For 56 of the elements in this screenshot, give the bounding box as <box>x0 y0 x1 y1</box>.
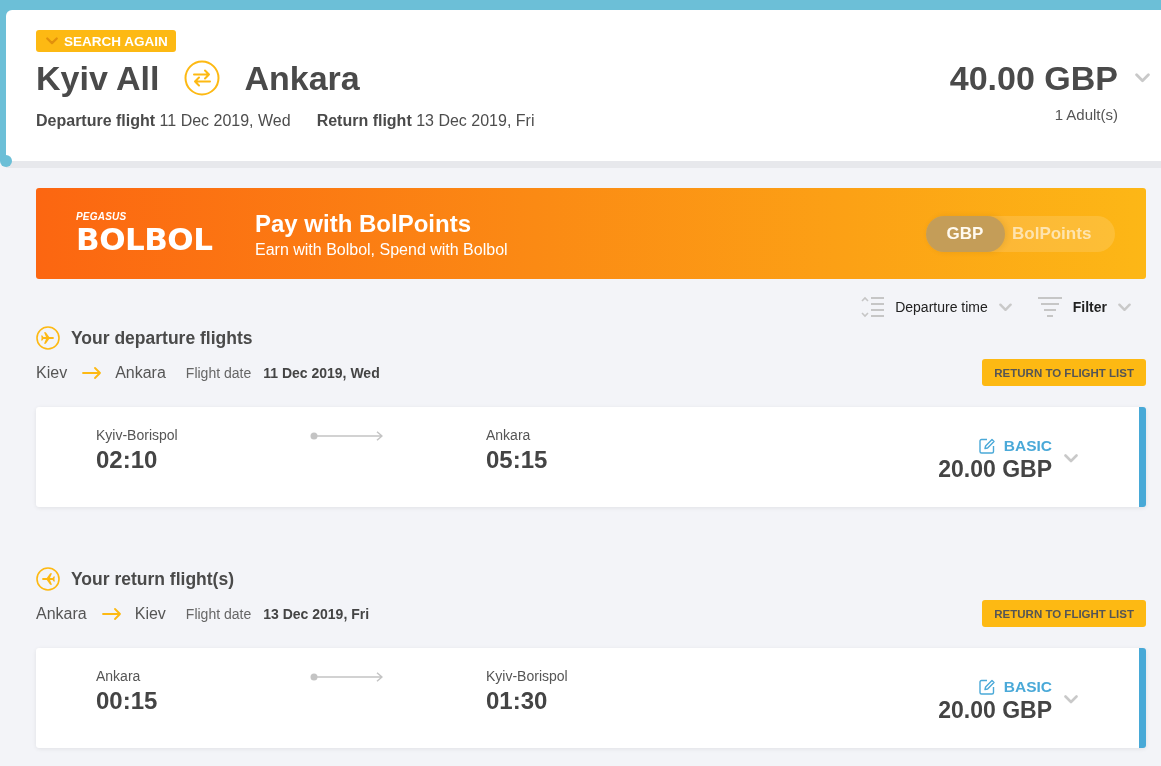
sort-icon <box>860 296 885 318</box>
airport-name: Ankara <box>96 668 142 685</box>
section-title: Your return flight(s) <box>71 568 234 590</box>
flight-date-label: Flight date <box>185 605 252 622</box>
filter-icon <box>1037 297 1062 317</box>
airplane-icon <box>36 567 60 591</box>
route-city: Kiev <box>134 604 166 623</box>
trip-date-text: Return flight 13 Dec 2019, Fri <box>316 111 535 131</box>
total-price: 40.00 GBP <box>949 60 1118 96</box>
flight-path-icon <box>310 672 384 682</box>
edit-icon <box>978 438 995 454</box>
filter-dropdown[interactable]: Filter <box>1037 293 1131 321</box>
section-title: Your departure flights <box>71 327 253 349</box>
logo-wordmark: BOLBOL <box>76 222 213 256</box>
chevron-down-icon <box>1118 302 1131 312</box>
fare-price: 20.00 GBP <box>938 455 1052 483</box>
arrow-right-icon <box>101 607 122 620</box>
airplane-icon <box>36 326 60 350</box>
route-city: Kiev <box>36 363 68 382</box>
return-to-list-button[interactable]: RETURN TO FLIGHT LIST <box>982 600 1146 627</box>
toggle-option[interactable]: BolPoints <box>1005 215 1100 252</box>
flight-time: 01:30 <box>486 687 549 715</box>
edit-icon <box>978 679 995 695</box>
banner-subtitle: Earn with Bolbol, Spend with Bolbol <box>255 239 508 260</box>
swap-arrows-icon[interactable] <box>184 60 221 96</box>
banner-title: Pay with BolPoints <box>255 209 473 238</box>
flight-date-label: Flight date <box>185 364 252 381</box>
arrow-right-icon <box>82 366 103 379</box>
chevron-down-icon[interactable] <box>1064 695 1078 704</box>
origin-city: Kyiv All <box>36 60 160 96</box>
flight-time: 02:10 <box>96 446 159 474</box>
route-city: Ankara <box>115 363 166 382</box>
fare-button[interactable]: BASIC <box>978 437 1052 455</box>
flight-path-icon <box>310 431 384 441</box>
airport-name: Kyiv-Borispol <box>96 427 179 444</box>
return-to-list-button[interactable]: RETURN TO FLIGHT LIST <box>982 359 1146 386</box>
toggle-option[interactable]: GBP <box>926 215 1005 252</box>
passenger-count: 1 Adult(s) <box>1054 106 1118 124</box>
airport-name: Ankara <box>486 427 532 444</box>
chevron-down-icon[interactable] <box>1064 454 1078 463</box>
flight-date-value: 13 Dec 2019, Fri <box>263 605 370 622</box>
route-city: Ankara <box>36 604 87 623</box>
chevron-down-icon[interactable] <box>1135 73 1150 83</box>
flight-date-value: 11 Dec 2019, Wed <box>263 364 380 381</box>
destination-city: Ankara <box>244 60 360 96</box>
sort-dropdown[interactable]: Departure time <box>860 293 1012 321</box>
flight-time: 05:15 <box>486 446 548 474</box>
flight-time: 00:15 <box>96 687 159 715</box>
airport-name: Kyiv-Borispol <box>486 668 568 685</box>
fare-button[interactable]: BASIC <box>978 678 1052 696</box>
search-again-button[interactable]: SEARCH AGAIN <box>36 30 176 52</box>
chevron-down-icon <box>46 37 58 45</box>
fare-price: 20.00 GBP <box>938 696 1052 724</box>
logo-brand-text: PEGASUS <box>76 211 127 222</box>
chevron-down-icon <box>998 302 1012 312</box>
trip-date-text: Departure flight 11 Dec 2019, Wed <box>36 111 291 131</box>
